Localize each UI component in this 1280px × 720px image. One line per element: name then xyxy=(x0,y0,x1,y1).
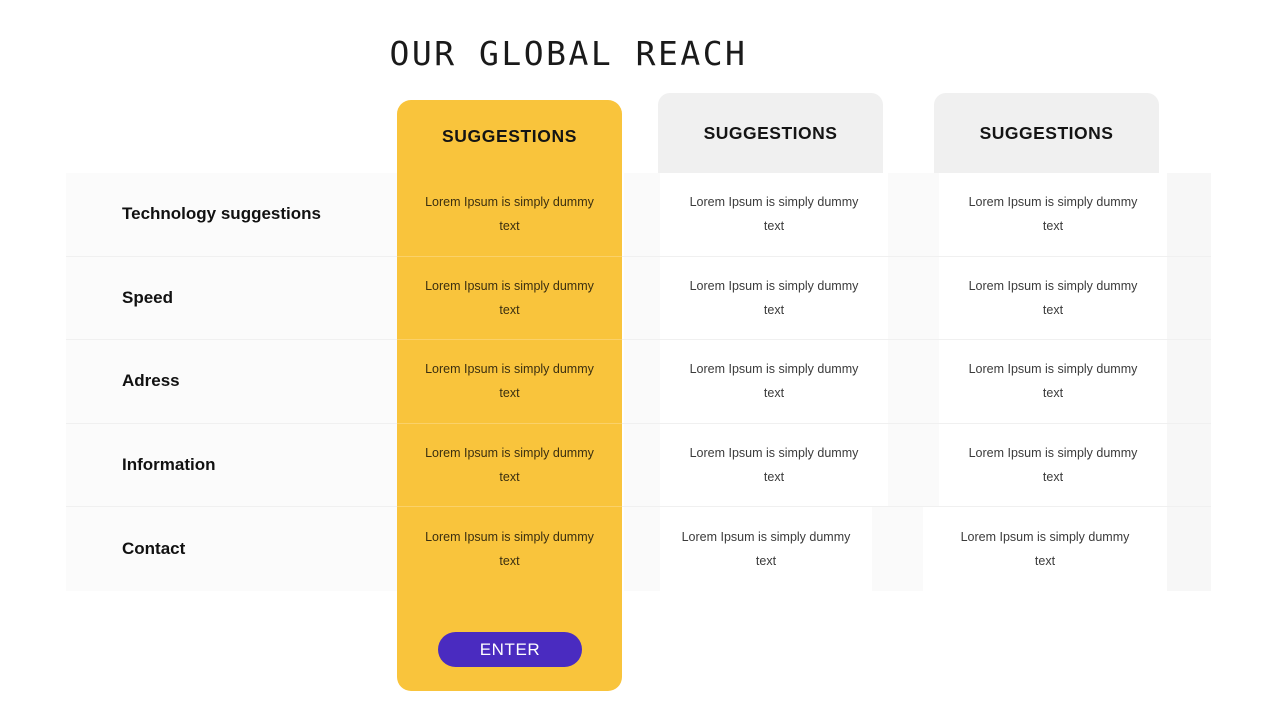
column-header-3[interactable]: SUGGESTIONS xyxy=(934,93,1159,173)
column-gap xyxy=(624,423,660,507)
column-gap xyxy=(888,340,939,423)
row-cell-col3: Lorem Ipsum is simply dummy text xyxy=(923,507,1167,591)
row-cell-col2: Lorem Ipsum is simply dummy text xyxy=(660,423,888,507)
table-row: Contact Lorem Ipsum is simply dummy text… xyxy=(66,507,1211,591)
table-row: Technology suggestions Lorem Ipsum is si… xyxy=(66,173,1211,257)
highlight-cell: Lorem Ipsum is simply dummy text xyxy=(397,424,622,508)
row-cell-col2: Lorem Ipsum is simply dummy text xyxy=(660,173,888,256)
table-edge-spacer xyxy=(1167,256,1211,340)
row-label: Contact xyxy=(66,507,398,591)
column-gap xyxy=(624,256,660,340)
row-cell-col3: Lorem Ipsum is simply dummy text xyxy=(939,256,1167,340)
column-gap xyxy=(872,507,923,591)
row-label: Technology suggestions xyxy=(66,173,398,256)
page-title: OUR GLOBAL REACH xyxy=(389,34,748,73)
row-cell-col2: Lorem Ipsum is simply dummy text xyxy=(660,256,888,340)
table-row: Information Lorem Ipsum is simply dummy … xyxy=(66,423,1211,508)
comparison-table: Technology suggestions Lorem Ipsum is si… xyxy=(66,173,1211,592)
row-label: Information xyxy=(66,423,398,507)
row-cell-col3: Lorem Ipsum is simply dummy text xyxy=(939,173,1167,256)
table-edge-spacer xyxy=(1167,423,1211,507)
column-gap xyxy=(624,507,660,591)
column-gap xyxy=(888,423,939,507)
column-header-2[interactable]: SUGGESTIONS xyxy=(658,93,883,173)
highlighted-column-cells: Lorem Ipsum is simply dummy text Lorem I… xyxy=(397,173,622,691)
highlighted-column-card[interactable]: SUGGESTIONS Lorem Ipsum is simply dummy … xyxy=(397,100,622,691)
enter-button[interactable]: ENTER xyxy=(438,632,582,667)
row-cell-col3: Lorem Ipsum is simply dummy text xyxy=(939,340,1167,423)
row-cell-col2: Lorem Ipsum is simply dummy text xyxy=(660,340,888,423)
highlight-cell: Lorem Ipsum is simply dummy text xyxy=(397,340,622,424)
row-cell-col3: Lorem Ipsum is simply dummy text xyxy=(939,423,1167,507)
row-cell-col2: Lorem Ipsum is simply dummy text xyxy=(660,507,872,591)
row-label: Adress xyxy=(66,340,398,423)
table-edge-spacer xyxy=(1167,340,1211,423)
highlight-cell: Lorem Ipsum is simply dummy text xyxy=(397,257,622,341)
column-gap xyxy=(624,173,660,256)
highlight-cell: Lorem Ipsum is simply dummy text xyxy=(425,530,594,569)
column-header-1: SUGGESTIONS xyxy=(442,126,577,146)
row-label: Speed xyxy=(66,256,398,340)
highlight-cell: Lorem Ipsum is simply dummy text xyxy=(397,173,622,257)
column-gap xyxy=(888,256,939,340)
table-row: Adress Lorem Ipsum is simply dummy text … xyxy=(66,340,1211,424)
table-edge-spacer xyxy=(1167,507,1211,591)
table-edge-spacer xyxy=(1167,173,1211,256)
table-row: Speed Lorem Ipsum is simply dummy text L… xyxy=(66,256,1211,341)
column-gap xyxy=(624,340,660,423)
column-gap xyxy=(888,173,939,256)
